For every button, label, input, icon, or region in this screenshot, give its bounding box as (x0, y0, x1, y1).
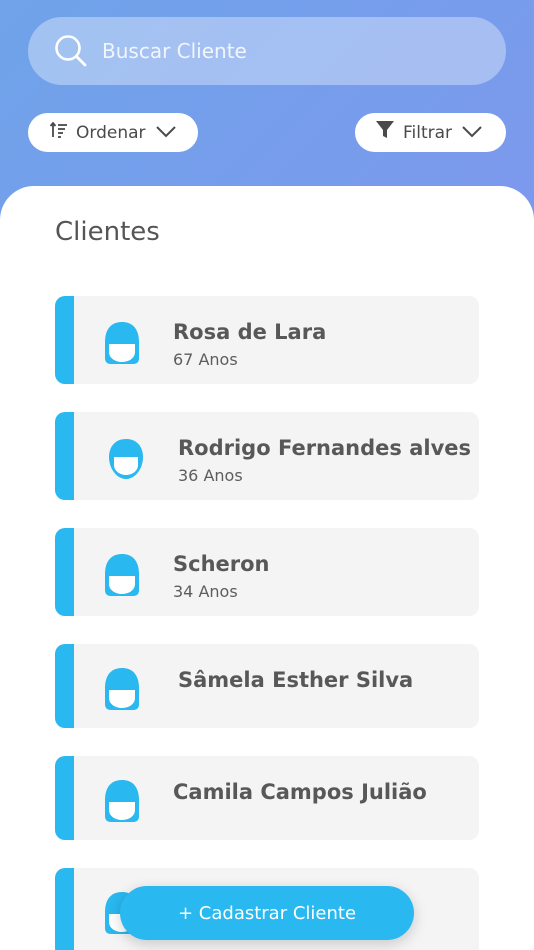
filter-button[interactable]: Filtrar (355, 113, 506, 152)
client-age: 67 Anos (173, 350, 238, 369)
female-avatar-icon (99, 552, 145, 602)
add-client-button[interactable]: + Cadastrar Cliente (120, 886, 414, 940)
male-avatar-icon (105, 437, 147, 485)
sort-icon (49, 121, 68, 143)
client-card[interactable]: Rosa de Lara 67 Anos (55, 296, 479, 384)
client-card[interactable]: Sâmela Esther Silva (55, 644, 479, 728)
filter-label: Filtrar (403, 122, 453, 143)
card-accent-bar (55, 528, 74, 616)
client-name: Scheron (173, 552, 270, 576)
card-accent-bar (55, 412, 74, 500)
card-accent-bar (55, 644, 74, 728)
sort-button[interactable]: Ordenar (28, 113, 198, 152)
search-icon (54, 34, 88, 68)
client-card[interactable]: Camila Campos Julião (55, 756, 479, 840)
filter-icon (375, 120, 395, 145)
chevron-down-icon (155, 123, 176, 143)
search-placeholder: Buscar Cliente (102, 39, 247, 63)
client-name: Sâmela Esther Silva (178, 668, 414, 692)
client-name: Camila Campos Julião (173, 780, 427, 804)
chevron-down-icon (462, 123, 482, 143)
client-age: 34 Anos (173, 582, 238, 601)
client-name: Rodrigo Fernandes alves (178, 436, 472, 460)
client-card[interactable]: Rodrigo Fernandes alves 36 Anos (55, 412, 479, 500)
female-avatar-icon (99, 778, 145, 828)
client-age: 36 Anos (178, 466, 243, 485)
section-title: Clientes (55, 217, 160, 247)
search-input[interactable]: Buscar Cliente (28, 17, 506, 85)
female-avatar-icon (99, 320, 145, 370)
card-accent-bar (55, 296, 74, 384)
sort-label: Ordenar (76, 122, 146, 143)
client-name: Rosa de Lara (173, 320, 327, 344)
female-avatar-icon (99, 666, 145, 716)
client-card[interactable]: Scheron 34 Anos (55, 528, 479, 616)
card-accent-bar (55, 756, 74, 840)
card-accent-bar (55, 868, 74, 950)
client-list-panel: Clientes Rosa de Lara 67 Anos Rodrigo Fe… (0, 186, 534, 950)
